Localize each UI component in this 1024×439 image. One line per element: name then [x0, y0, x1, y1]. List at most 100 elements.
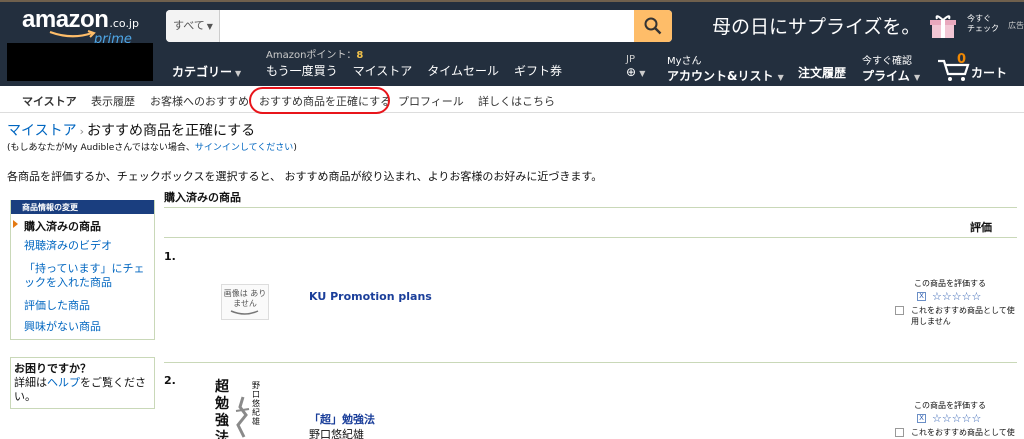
sidebar-item-not-interested[interactable]: 興味がない商品	[24, 320, 152, 334]
language-selector[interactable]: JP ⊕ ▼	[626, 53, 645, 80]
breadcrumb-link[interactable]: マイストア	[7, 123, 77, 139]
subnav-my-store[interactable]: マイストア	[22, 93, 77, 109]
ad-label: 広告	[1008, 21, 1024, 30]
prime-label: プライム	[862, 69, 910, 83]
nav-link-gift-card[interactable]: ギフト券	[514, 64, 562, 78]
note-suffix: )	[293, 143, 297, 153]
search-category-label: すべて	[173, 19, 205, 32]
book-cover-image[interactable]: 超勉強法 野口悠紀雄	[212, 375, 272, 439]
rate-prompt: この商品を評価する	[914, 279, 986, 288]
cover-figure-icon	[235, 396, 250, 438]
rate-prompt: この商品を評価する	[914, 401, 986, 410]
cart-button[interactable]: 0 カート	[937, 52, 1017, 82]
page-title: おすすめ商品を正確にする	[87, 123, 256, 139]
not-use-label: これをおすすめ商品として使用しません	[911, 306, 1015, 326]
sidebar-item-owned[interactable]: 「持っています」にチェックを入れた商品	[24, 262, 152, 290]
signin-note: (もしあなたがMy Audibleさんではない場合、サインインしてください)	[7, 140, 297, 153]
not-use-checkbox[interactable]	[895, 428, 904, 437]
signin-link[interactable]: サインインしてください	[195, 143, 293, 153]
search-button[interactable]	[634, 10, 672, 42]
help-link[interactable]: ヘルプ	[47, 376, 80, 389]
product-author: 野口悠紀雄	[309, 428, 364, 439]
promo-banner-text[interactable]: 母の日にサプライズを。	[712, 12, 920, 39]
sidebar-header: 商品情報の変更	[11, 200, 154, 214]
check-now-line2: チェック	[967, 24, 999, 33]
not-use-label: これをおすすめ商品として使用しません	[911, 428, 1015, 437]
category-menu-label: カテゴリー	[172, 65, 233, 79]
sidebar-item-purchased[interactable]: 購入済みの商品	[11, 218, 156, 234]
no-image-text: 画像は ありません	[223, 289, 267, 308]
check-now-line1: 今すぐ	[967, 14, 991, 23]
check-now-link[interactable]: 今すぐ チェック	[967, 14, 999, 34]
search-icon	[644, 17, 662, 35]
nav-links: もう一度買う マイストア タイムセール ギフト券	[266, 62, 577, 79]
note-prefix: (もしあなたがMy Audibleさんではない場合、	[7, 143, 195, 153]
help-prefix: 詳細は	[14, 376, 47, 389]
top-header: amazon.co.jp prime すべて ▼ 母の日にサプライズを。 今すぐ …	[0, 0, 1024, 86]
red-highlight-circle	[249, 87, 390, 114]
divider	[164, 207, 1017, 208]
divider	[164, 362, 1017, 363]
chevron-down-icon: ▼	[777, 73, 784, 82]
search-category-select[interactable]: すべて ▼	[166, 10, 220, 42]
product-title-link[interactable]: KU Promotion plans	[309, 290, 432, 303]
prime-subtext: 今すぐ確認	[862, 56, 912, 67]
logo-smile-icon	[49, 30, 96, 38]
sidebar-box: 商品情報の変更 購入済みの商品 視聴済みのビデオ 「持っています」にチェックを入…	[10, 200, 155, 340]
breadcrumb-separator: ›	[79, 125, 84, 138]
account-greeting: Myさん	[667, 56, 702, 67]
divider	[164, 237, 1017, 238]
help-title: お困りですか？	[14, 362, 91, 375]
chevron-down-icon: ▼	[913, 73, 921, 82]
nav-link-my-store[interactable]: マイストア	[353, 64, 413, 78]
star-rating-input[interactable]: ☆☆☆☆☆	[932, 290, 981, 303]
clear-rating-icon[interactable]: X	[917, 414, 926, 423]
redacted-block	[7, 43, 153, 81]
prime-menu[interactable]: 今すぐ確認 プライム ▼	[862, 52, 920, 84]
cover-title: 超勉強法	[215, 379, 229, 439]
nav-link-buy-again[interactable]: もう一度買う	[266, 64, 338, 78]
sidebar-item-watched-videos[interactable]: 視聴済みのビデオ	[24, 239, 152, 253]
globe-icon: ⊕	[626, 65, 637, 79]
star-rating-input[interactable]: ☆☆☆☆☆	[932, 412, 981, 425]
amazon-smile-icon	[230, 310, 259, 315]
cover-author: 野口悠紀雄	[252, 381, 260, 426]
no-image-placeholder[interactable]: 画像は ありません	[221, 284, 269, 320]
intro-text: 各商品を評価するか、チェックボックスを選択すると、 おすすめ商品が絞り込まれ、よ…	[7, 170, 603, 183]
item-number: 1.	[164, 250, 176, 263]
logo-word: amazon	[22, 6, 109, 33]
logo-suffix: .co.jp	[109, 17, 139, 30]
header-accent-stripe	[0, 0, 1024, 2]
section-title: 購入済みの商品	[164, 191, 241, 204]
sidebar-item-rated[interactable]: 評価した商品	[24, 299, 152, 313]
subnav-learn-more[interactable]: 詳しくはこちら	[478, 93, 555, 109]
points-display[interactable]: Amazonポイント：8	[266, 46, 363, 61]
not-use-checkbox[interactable]	[895, 306, 904, 315]
cart-count: 0	[957, 52, 967, 67]
account-label: アカウント&リスト	[667, 69, 774, 83]
chevron-down-icon: ▼	[639, 69, 646, 78]
rating-column-header: 評価	[970, 221, 992, 234]
product-title-link[interactable]: 「超」勉強法	[309, 411, 375, 427]
amazon-logo[interactable]: amazon.co.jp prime	[22, 6, 147, 47]
search-input[interactable]	[220, 10, 635, 42]
points-label: Amazonポイント：	[266, 50, 357, 61]
orders-link[interactable]: 注文履歴	[798, 64, 846, 81]
search-bar: すべて ▼	[166, 10, 672, 42]
breadcrumb: マイストア › おすすめ商品を正確にする	[7, 120, 255, 140]
points-value: 8	[356, 50, 364, 61]
subnav-profile[interactable]: プロフィール	[398, 93, 464, 109]
cart-label: カート	[971, 66, 1008, 80]
clear-rating-icon[interactable]: X	[917, 292, 926, 301]
subnav-bar: マイストア 表示履歴 お客様へのおすすめ おすすめ商品を正確にする プロフィール…	[0, 86, 1024, 113]
nav-link-time-sale[interactable]: タイムセール	[427, 64, 499, 78]
chevron-down-icon: ▼	[206, 22, 213, 31]
gift-box-icon[interactable]	[929, 13, 957, 39]
help-box: お困りですか？ 詳細はヘルプをご覧ください。	[10, 357, 155, 409]
account-menu[interactable]: Myさん アカウント&リスト ▼	[667, 52, 784, 84]
item-number: 2.	[164, 374, 176, 387]
category-menu[interactable]: カテゴリー ▼	[172, 63, 241, 80]
chevron-down-icon: ▼	[235, 69, 242, 78]
subnav-recommendations[interactable]: お客様へのおすすめ	[150, 93, 249, 109]
subnav-history[interactable]: 表示履歴	[91, 93, 135, 109]
